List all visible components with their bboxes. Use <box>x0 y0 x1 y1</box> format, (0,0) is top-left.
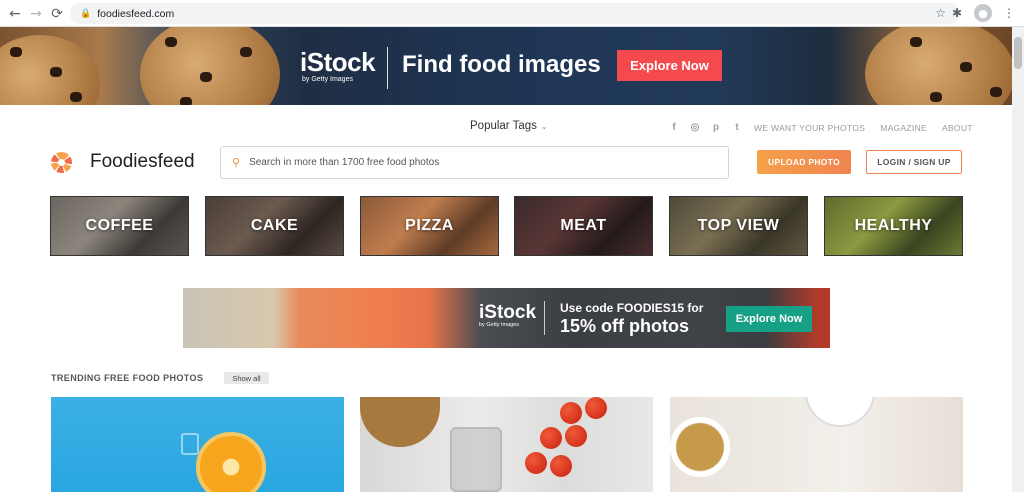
istock-logo: iStock by Getty Images <box>300 47 376 83</box>
bowl-image <box>360 397 440 447</box>
category-pizza[interactable]: PIZZA <box>360 196 499 256</box>
popular-tags-dropdown[interactable]: Popular Tags ⌄ <box>470 120 548 132</box>
cookie-image <box>140 27 280 105</box>
foodiesfeed-logo-icon[interactable] <box>51 152 72 173</box>
bookmark-star-icon[interactable]: ☆ <box>935 6 946 20</box>
category-label: PIZZA <box>405 217 454 234</box>
category-label: HEALTHY <box>854 217 933 234</box>
twitter-icon[interactable]: t <box>731 121 743 133</box>
url-text[interactable]: foodiesfeed.com <box>97 8 174 20</box>
lock-icon: 🔒 <box>80 8 92 19</box>
extensions-icon[interactable]: ✱ <box>948 4 966 22</box>
search-input[interactable] <box>249 157 690 168</box>
banner-headline: Find food images <box>402 51 601 78</box>
category-top-view[interactable]: TOP VIEW <box>669 196 808 256</box>
browser-toolbar: ← → ⟳ 🔒 foodiesfeed.com ☆ ✱ ● ⋮ <box>0 0 1024 27</box>
address-bar[interactable]: 🔒 foodiesfeed.com ☆ <box>70 3 960 24</box>
reload-icon[interactable]: ⟳ <box>47 4 67 24</box>
scrollbar-thumb[interactable] <box>1014 37 1022 69</box>
trending-photo-tea[interactable] <box>670 397 963 492</box>
nav-link-about[interactable]: ABOUT <box>942 123 973 133</box>
top-ad-banner[interactable]: iStock by Getty Images Find food images … <box>0 27 1012 105</box>
category-label: COFFEE <box>85 217 154 234</box>
bowl-image <box>805 397 875 427</box>
login-signup-button[interactable]: LOGIN / SIGN UP <box>866 150 962 174</box>
site-logo-text[interactable]: Foodiesfeed <box>90 151 195 173</box>
upload-photo-button[interactable]: UPLOAD PHOTO <box>757 150 851 174</box>
promo-code-text: Use code FOODIES15 for <box>560 301 704 315</box>
browser-menu-icon[interactable]: ⋮ <box>1000 4 1018 22</box>
category-meat[interactable]: MEAT <box>514 196 653 256</box>
category-label: MEAT <box>560 217 607 234</box>
orange-slice-image <box>196 432 266 492</box>
category-cake[interactable]: CAKE <box>205 196 344 256</box>
search-icon: ⚲ <box>232 156 241 169</box>
facebook-icon[interactable]: f <box>668 121 680 133</box>
category-coffee[interactable]: COFFEE <box>50 196 189 256</box>
trending-photo-orange[interactable] <box>51 397 344 492</box>
mid-ad-banner[interactable]: iStock by Getty Images Use code FOODIES1… <box>183 288 830 348</box>
tea-cup-image <box>670 417 730 477</box>
istock-logo: iStock by Getty Images <box>479 302 537 328</box>
pinterest-icon[interactable]: p <box>710 121 722 133</box>
jar-image <box>450 427 502 492</box>
explore-now-button[interactable]: Explore Now <box>617 50 722 81</box>
category-label: TOP VIEW <box>697 217 780 234</box>
category-label: CAKE <box>250 217 299 234</box>
page-scrollbar[interactable] <box>1012 27 1024 492</box>
chevron-down-icon: ⌄ <box>540 121 548 131</box>
glass-image <box>181 433 199 455</box>
social-links: f ◎ p t <box>668 121 743 133</box>
nav-link-magazine[interactable]: MAGAZINE <box>880 123 927 133</box>
back-icon[interactable]: ← <box>5 4 25 24</box>
profile-avatar[interactable]: ● <box>974 4 992 22</box>
section-title-trending: TRENDING FREE FOOD PHOTOS <box>51 373 204 383</box>
popular-tags-label: Popular Tags <box>470 120 537 132</box>
top-nav-links: WE WANT YOUR PHOTOS MAGAZINE ABOUT <box>754 123 973 133</box>
trending-photo-tomatoes[interactable] <box>360 397 653 492</box>
category-healthy[interactable]: HEALTHY <box>824 196 963 256</box>
instagram-icon[interactable]: ◎ <box>689 121 701 133</box>
banner-divider <box>544 301 545 335</box>
explore-now-button[interactable]: Explore Now <box>726 306 812 332</box>
promo-discount-text: 15% off photos <box>560 316 689 336</box>
show-all-button[interactable]: Show all <box>224 372 269 384</box>
banner-divider <box>387 47 388 89</box>
search-box[interactable]: ⚲ <box>220 146 729 179</box>
forward-icon[interactable]: → <box>26 4 46 24</box>
nav-link-we-want-your-photos[interactable]: WE WANT YOUR PHOTOS <box>754 123 865 133</box>
